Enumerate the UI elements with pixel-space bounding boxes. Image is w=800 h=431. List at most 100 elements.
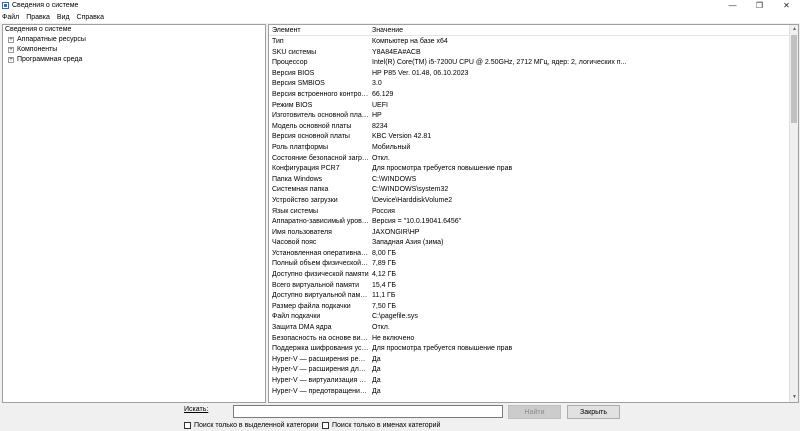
table-row[interactable]: Версия SMBIOS 3.0 (269, 79, 789, 90)
scroll-up-icon[interactable]: ▲ (790, 25, 798, 34)
row-value-cell: Компьютер на базе x64 (372, 38, 448, 45)
close-search-button[interactable]: Закрыть (567, 405, 620, 419)
table-row[interactable]: Роль платформы Мобильный (269, 143, 789, 154)
row-element-cell: SKU системы (272, 48, 317, 56)
row-value-cell: 7,89 ГБ (372, 260, 396, 268)
tree-item-label: Компоненты (17, 46, 58, 53)
search-selected-category-option[interactable]: Поиск только в выделенной категории (184, 422, 319, 429)
category-tree[interactable]: Сведения о системе + Аппаратные ресурсы … (2, 24, 266, 403)
row-element-cell: Установленная оперативная п... (272, 249, 369, 257)
row-element-cell: Устройство загрузки (272, 196, 338, 204)
row-element-cell: Доступно виртуальной памяти (272, 292, 369, 300)
table-row[interactable]: Файл подкачки C:\pagefile.sys (269, 312, 789, 323)
system-info-icon (2, 2, 9, 9)
menu-view[interactable]: Вид (57, 14, 70, 21)
table-row[interactable]: Аппаратно-зависимый уровен... Версия = "1… (269, 217, 789, 228)
row-value-cell: UEFI (372, 101, 388, 109)
table-row[interactable]: Доступно виртуальной памяти 11,1 ГБ (269, 291, 789, 302)
table-row[interactable]: Режим BIOS UEFI (269, 101, 789, 112)
table-row[interactable]: Версия BIOS HP P85 Ver. 01.48, 06.10.2023 (269, 69, 789, 80)
row-value-cell: 8234 (372, 122, 388, 130)
details-list[interactable]: Элемент Значение Тип Компьютер на базе x6… (268, 24, 799, 403)
table-row[interactable]: Hyper-V — расширения для п... Да (269, 365, 789, 376)
list-header: Элемент Значение (269, 25, 798, 36)
menu-file[interactable]: Файл (2, 14, 19, 21)
menu-help[interactable]: Справка (77, 14, 104, 21)
table-row[interactable]: Изготовитель основной платы HP (269, 111, 789, 122)
table-row[interactable]: Состояние безопасной загруз... Откл. (269, 154, 789, 165)
tree-item-label: Программная среда (17, 56, 83, 63)
row-element-cell: Hyper-V — виртуализация вкл... (272, 377, 369, 384)
table-row[interactable]: Защита DMA ядра Откл. (269, 323, 789, 334)
table-row[interactable]: Модель основной платы 8234 (269, 122, 789, 133)
row-value-cell: Не включено (372, 334, 415, 342)
row-element-cell: Изготовитель основной платы (272, 112, 369, 120)
table-row[interactable]: SKU системы Y8A84EA#ACB (269, 48, 789, 59)
find-button[interactable]: Найти (508, 405, 561, 419)
table-row[interactable]: Всего виртуальной памяти 15,4 ГБ (269, 281, 789, 292)
search-selected-category-label: Поиск только в выделенной категории (194, 422, 319, 429)
search-input[interactable] (233, 405, 503, 418)
table-row[interactable]: Системная папка C:\WINDOWS\system32 (269, 185, 789, 196)
column-header-element[interactable]: Элемент (269, 25, 369, 35)
row-element-cell: Версия основной платы (272, 133, 350, 141)
table-row[interactable]: Hyper-V — расширения режи... Да (269, 355, 789, 366)
table-row[interactable]: Hyper-V — виртуализация вкл... Да (269, 376, 789, 387)
row-value-cell: 4,12 ГБ (372, 271, 396, 279)
window-title: Сведения о системе (12, 2, 79, 9)
expand-icon[interactable]: + (8, 57, 14, 63)
scrollbar-thumb[interactable] (791, 35, 797, 123)
row-value-cell: KBC Version 42.81 (372, 133, 432, 141)
table-row[interactable]: Тип Компьютер на базе x64 (269, 37, 789, 48)
search-selected-category-checkbox[interactable] (184, 422, 191, 429)
table-row[interactable]: Папка Windows C:\WINDOWS (269, 175, 789, 186)
row-value-cell: 3.0 (372, 80, 382, 88)
table-row[interactable]: Процессор Intel(R) Core(TM) i5-7200U CPU … (269, 58, 789, 69)
row-element-cell: Безопасность на основе вирту... (272, 334, 369, 342)
title-bar: Сведения о системе — ❐ ✕ (0, 0, 800, 11)
scroll-down-icon[interactable]: ▼ (790, 393, 798, 402)
menu-edit[interactable]: Правка (26, 14, 50, 21)
row-element-cell: Режим BIOS (272, 101, 313, 109)
table-row[interactable]: Язык системы Россия (269, 207, 789, 218)
row-value-cell: Да (372, 387, 381, 395)
column-header-value[interactable]: Значение (369, 25, 798, 35)
row-value-cell: Для просмотра требуется повышение прав (372, 165, 513, 173)
vertical-scrollbar[interactable]: ▲ ▼ (789, 25, 798, 402)
row-element-cell: Файл подкачки (272, 313, 321, 321)
table-row[interactable]: Версия основной платы KBC Version 42.81 (269, 132, 789, 143)
table-row[interactable]: Устройство загрузки \Device\HarddiskVolum… (269, 196, 789, 207)
minimize-button[interactable]: — (719, 0, 746, 11)
row-value-cell: HP (372, 112, 382, 120)
table-row[interactable]: Размер файла подкачки 7,50 ГБ (269, 302, 789, 313)
table-row[interactable]: Конфигурация PCR7 Для просмотра требуется… (269, 164, 789, 175)
row-value-cell: HP P85 Ver. 01.48, 06.10.2023 (372, 69, 469, 77)
expand-icon[interactable]: + (8, 37, 14, 43)
search-category-names-checkbox[interactable] (322, 422, 329, 429)
row-element-cell: Поддержка шифрования устр... (272, 345, 369, 353)
row-element-cell: Всего виртуальной памяти (272, 281, 360, 289)
table-row[interactable]: Полный объем физической па... 7,89 ГБ (269, 259, 789, 270)
tree-item-components[interactable]: + Компоненты (3, 45, 265, 55)
tree-item-hardware-resources[interactable]: + Аппаратные ресурсы (3, 35, 265, 45)
table-row[interactable]: Доступно физической памяти 4,12 ГБ (269, 270, 789, 281)
row-element-cell: Процессор (272, 59, 308, 67)
search-category-names-option[interactable]: Поиск только в именах категорий (322, 422, 440, 429)
close-window-button[interactable]: ✕ (773, 0, 800, 11)
table-row[interactable]: Установленная оперативная п... 8,00 ГБ (269, 249, 789, 260)
table-row[interactable]: Часовой пояс Западная Азия (зима) (269, 238, 789, 249)
row-value-cell: Версия = "10.0.19041.6456" (372, 218, 462, 226)
table-row[interactable]: Безопасность на основе вирту... Не включе… (269, 334, 789, 345)
table-row[interactable]: Поддержка шифрования устр... Для просмотр… (269, 344, 789, 355)
row-value-cell: 15,4 ГБ (372, 281, 396, 289)
row-value-cell: C:\WINDOWS (372, 175, 417, 183)
table-row[interactable]: Hyper-V — предотвращение в... Да (269, 387, 789, 398)
expand-icon[interactable]: + (8, 47, 14, 53)
table-row[interactable]: Имя пользователя JAXONGIR\HP (269, 228, 789, 239)
row-element-cell: Модель основной платы (272, 122, 352, 130)
tree-item-software-environment[interactable]: + Программная среда (3, 55, 265, 65)
tree-item-system-summary[interactable]: Сведения о системе (3, 25, 265, 35)
table-row[interactable]: Версия встроенного контролл... 66.129 (269, 90, 789, 101)
row-value-cell: Да (372, 355, 381, 363)
maximize-button[interactable]: ❐ (746, 0, 773, 11)
